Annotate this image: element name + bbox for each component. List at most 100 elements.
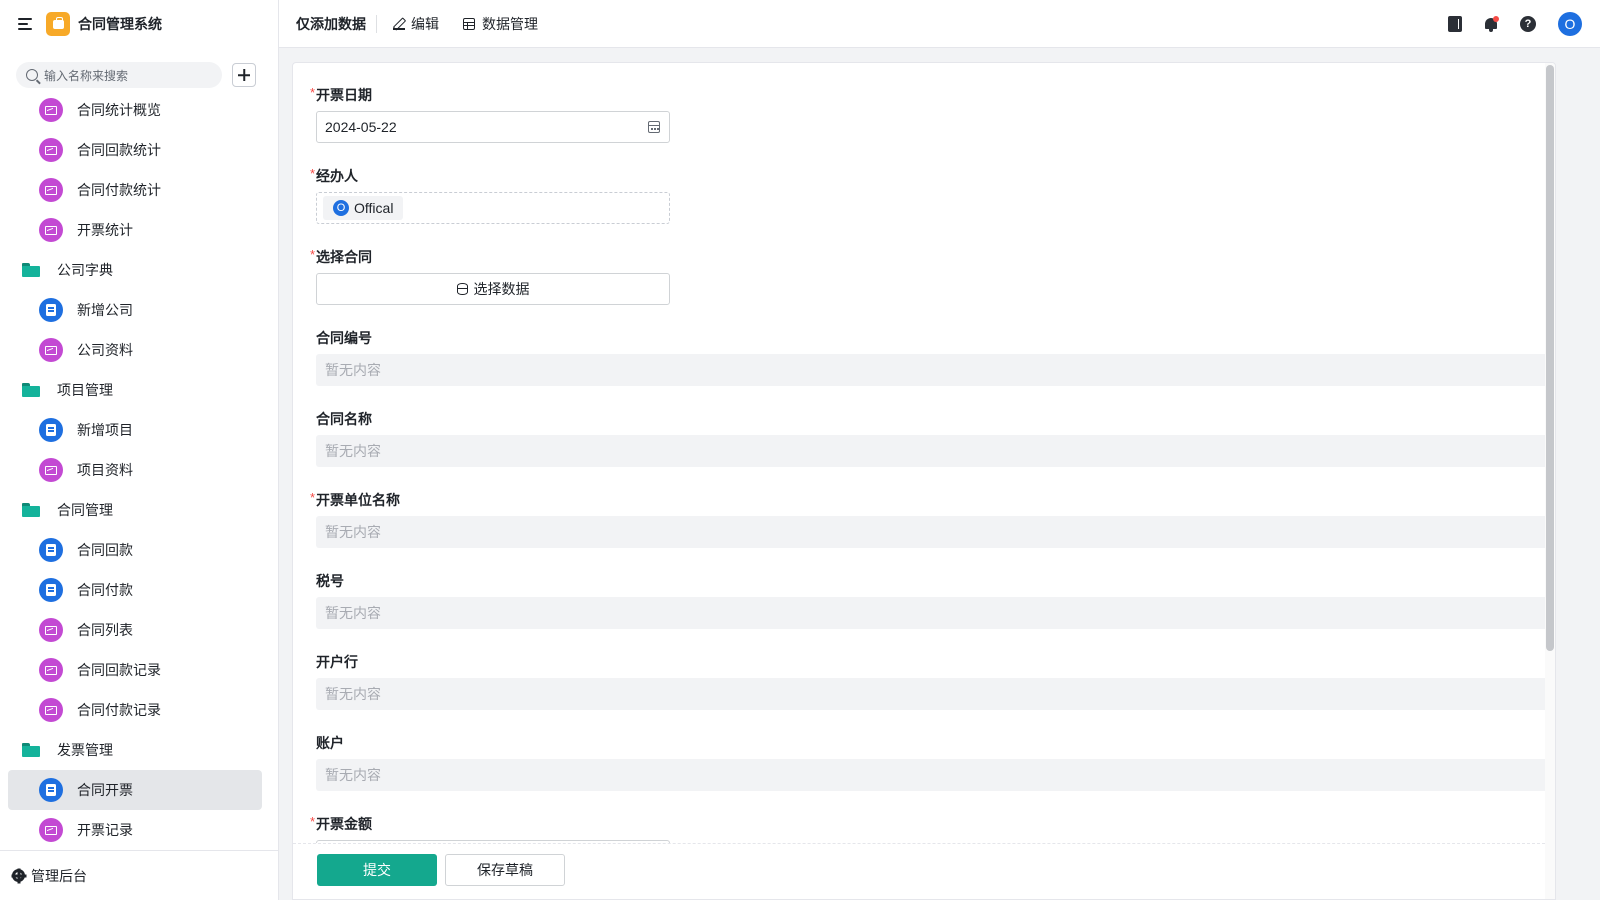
form-document-icon xyxy=(39,418,63,442)
database-icon xyxy=(456,283,468,295)
invoice-date-input[interactable]: 2024-05-22 xyxy=(316,111,670,143)
bank-label: 开户行 xyxy=(316,654,358,670)
sidebar-item[interactable]: 合同回款记录 xyxy=(0,650,278,690)
sidebar-item[interactable]: 新增公司 xyxy=(0,290,278,330)
sidebar-item[interactable]: 合同付款记录 xyxy=(0,690,278,730)
app-title: 合同管理系统 xyxy=(78,16,162,32)
field-invoice-unit: * 开票单位名称 暂无内容 xyxy=(310,490,1555,548)
data-manage-button[interactable]: 数据管理 xyxy=(463,14,538,34)
sidebar-item[interactable]: 新增项目 xyxy=(0,410,278,450)
account-label: 账户 xyxy=(316,735,344,751)
sidebar-item[interactable]: 合同列表 xyxy=(0,610,278,650)
sidebar-folder[interactable]: 项目管理 xyxy=(0,370,278,410)
dashboard-chart-icon xyxy=(39,98,63,122)
sidebar-nav: 合同统计概览 合同回款统计合同付款统计 开票统计 公司字典 新增公司公司资料项目管理新增… xyxy=(0,90,278,850)
admin-console-label: 管理后台 xyxy=(31,867,87,884)
sidebar-item-label: 合同付款 xyxy=(77,582,133,598)
menu-icon[interactable] xyxy=(18,17,34,31)
contract-no-value: 暂无内容 xyxy=(316,354,1555,386)
handler-picker[interactable]: O Offical xyxy=(316,192,670,224)
sidebar-folder[interactable]: 发票管理 xyxy=(0,730,278,770)
sidebar-item-label: 合同统计概览 xyxy=(77,102,161,118)
dashboard-chart-icon xyxy=(39,218,63,242)
select-data-button[interactable]: 选择数据 xyxy=(316,273,670,305)
sidebar-folder[interactable]: 合同管理 xyxy=(0,490,278,530)
field-invoice-date: * 开票日期 2024-05-22 xyxy=(310,85,670,143)
help-icon[interactable]: ? xyxy=(1520,16,1536,32)
calendar-icon[interactable] xyxy=(648,121,660,133)
contract-label: 选择合同 xyxy=(316,249,372,265)
edit-button[interactable]: 编辑 xyxy=(393,14,439,34)
required-mark: * xyxy=(310,814,316,829)
topbar-divider xyxy=(376,14,377,33)
sidebar-item[interactable]: 开票记录 xyxy=(0,810,278,850)
required-mark: * xyxy=(310,166,316,181)
sidebar-item[interactable]: 合同回款统计 xyxy=(0,130,278,170)
account-value: 暂无内容 xyxy=(316,759,1555,791)
required-mark: * xyxy=(310,247,316,262)
sidebar-item-label: 项目管理 xyxy=(57,382,113,398)
sidebar-item-label: 合同开票 xyxy=(77,782,133,798)
book-icon[interactable] xyxy=(1448,16,1462,32)
form-document-icon xyxy=(39,538,63,562)
sidebar-item-label: 合同付款记录 xyxy=(77,702,161,718)
sidebar-item[interactable]: 项目资料 xyxy=(0,450,278,490)
sidebar-item-label: 公司资料 xyxy=(77,342,133,358)
avatar[interactable]: O xyxy=(1558,12,1582,36)
sidebar-item[interactable]: 公司资料 xyxy=(0,330,278,370)
search-input[interactable]: 输入名称来搜索 xyxy=(16,62,222,88)
gear-icon xyxy=(12,869,25,882)
form-document-icon xyxy=(39,298,63,322)
topbar-actions: ? O xyxy=(1426,12,1582,36)
form-action-bar: 提交 保存草稿 xyxy=(293,843,1545,899)
tax-no-value: 暂无内容 xyxy=(316,597,1555,629)
field-account: 账户 暂无内容 xyxy=(316,733,1555,791)
field-bank: 开户行 暂无内容 xyxy=(316,652,1555,710)
field-handler: * 经办人 O Offical xyxy=(310,166,670,224)
sidebar-folder[interactable]: 公司字典 xyxy=(0,250,278,290)
folder-icon xyxy=(22,383,40,397)
field-tax-no: 税号 暂无内容 xyxy=(316,571,1555,629)
sidebar-item-label: 合同回款记录 xyxy=(77,662,161,678)
user-chip-name: Offical xyxy=(354,200,394,216)
sidebar-item-label: 合同回款统计 xyxy=(77,142,161,158)
dashboard-chart-icon xyxy=(39,618,63,642)
main-area: *开票日期 2024-05-22 *经办人 O Offical *选择合同 xyxy=(279,48,1600,900)
dashboard-chart-icon xyxy=(39,458,63,482)
contract-name-value: 暂无内容 xyxy=(316,435,1555,467)
save-draft-button[interactable]: 保存草稿 xyxy=(445,854,565,886)
notification-button[interactable] xyxy=(1484,16,1499,32)
form-card: *开票日期 2024-05-22 *经办人 O Offical *选择合同 xyxy=(292,62,1556,900)
sidebar-item[interactable]: 合同统计概览 xyxy=(0,90,278,130)
add-button[interactable] xyxy=(232,63,256,87)
app-logo-icon xyxy=(46,12,70,36)
sidebar-item-label: 合同列表 xyxy=(77,622,133,638)
tax-no-label: 税号 xyxy=(316,573,344,589)
scrollbar[interactable] xyxy=(1545,63,1555,899)
sidebar-item[interactable]: 合同回款 xyxy=(0,530,278,570)
required-mark: * xyxy=(310,85,316,100)
invoice-date-value: 2024-05-22 xyxy=(325,119,397,135)
invoice-date-label: 开票日期 xyxy=(316,87,372,103)
scrollbar-thumb[interactable] xyxy=(1546,65,1554,651)
sidebar-item[interactable]: 合同付款统计 xyxy=(0,170,278,210)
dashboard-chart-icon xyxy=(39,138,63,162)
admin-console-link[interactable]: 管理后台 xyxy=(0,850,278,900)
dashboard-chart-icon xyxy=(39,178,63,202)
page-title: 仅添加数据 xyxy=(296,15,366,32)
search-placeholder: 输入名称来搜索 xyxy=(44,68,129,83)
sidebar-item-label: 新增项目 xyxy=(77,422,133,438)
select-data-label: 选择数据 xyxy=(473,281,530,297)
sidebar-item-label: 合同回款 xyxy=(77,542,133,558)
submit-button[interactable]: 提交 xyxy=(317,854,437,886)
sidebar-item[interactable]: 合同开票 xyxy=(8,770,262,810)
contract-name-label: 合同名称 xyxy=(316,411,372,427)
field-contract-name: 合同名称 暂无内容 xyxy=(316,409,1555,467)
sidebar-item[interactable]: 开票统计 xyxy=(0,210,278,250)
dashboard-chart-icon xyxy=(39,338,63,362)
user-chip[interactable]: O Offical xyxy=(323,196,404,220)
sidebar-item-label: 合同管理 xyxy=(57,502,113,518)
user-chip-avatar: O xyxy=(333,200,349,216)
invoice-unit-label: 开票单位名称 xyxy=(316,492,400,508)
sidebar-item[interactable]: 合同付款 xyxy=(0,570,278,610)
